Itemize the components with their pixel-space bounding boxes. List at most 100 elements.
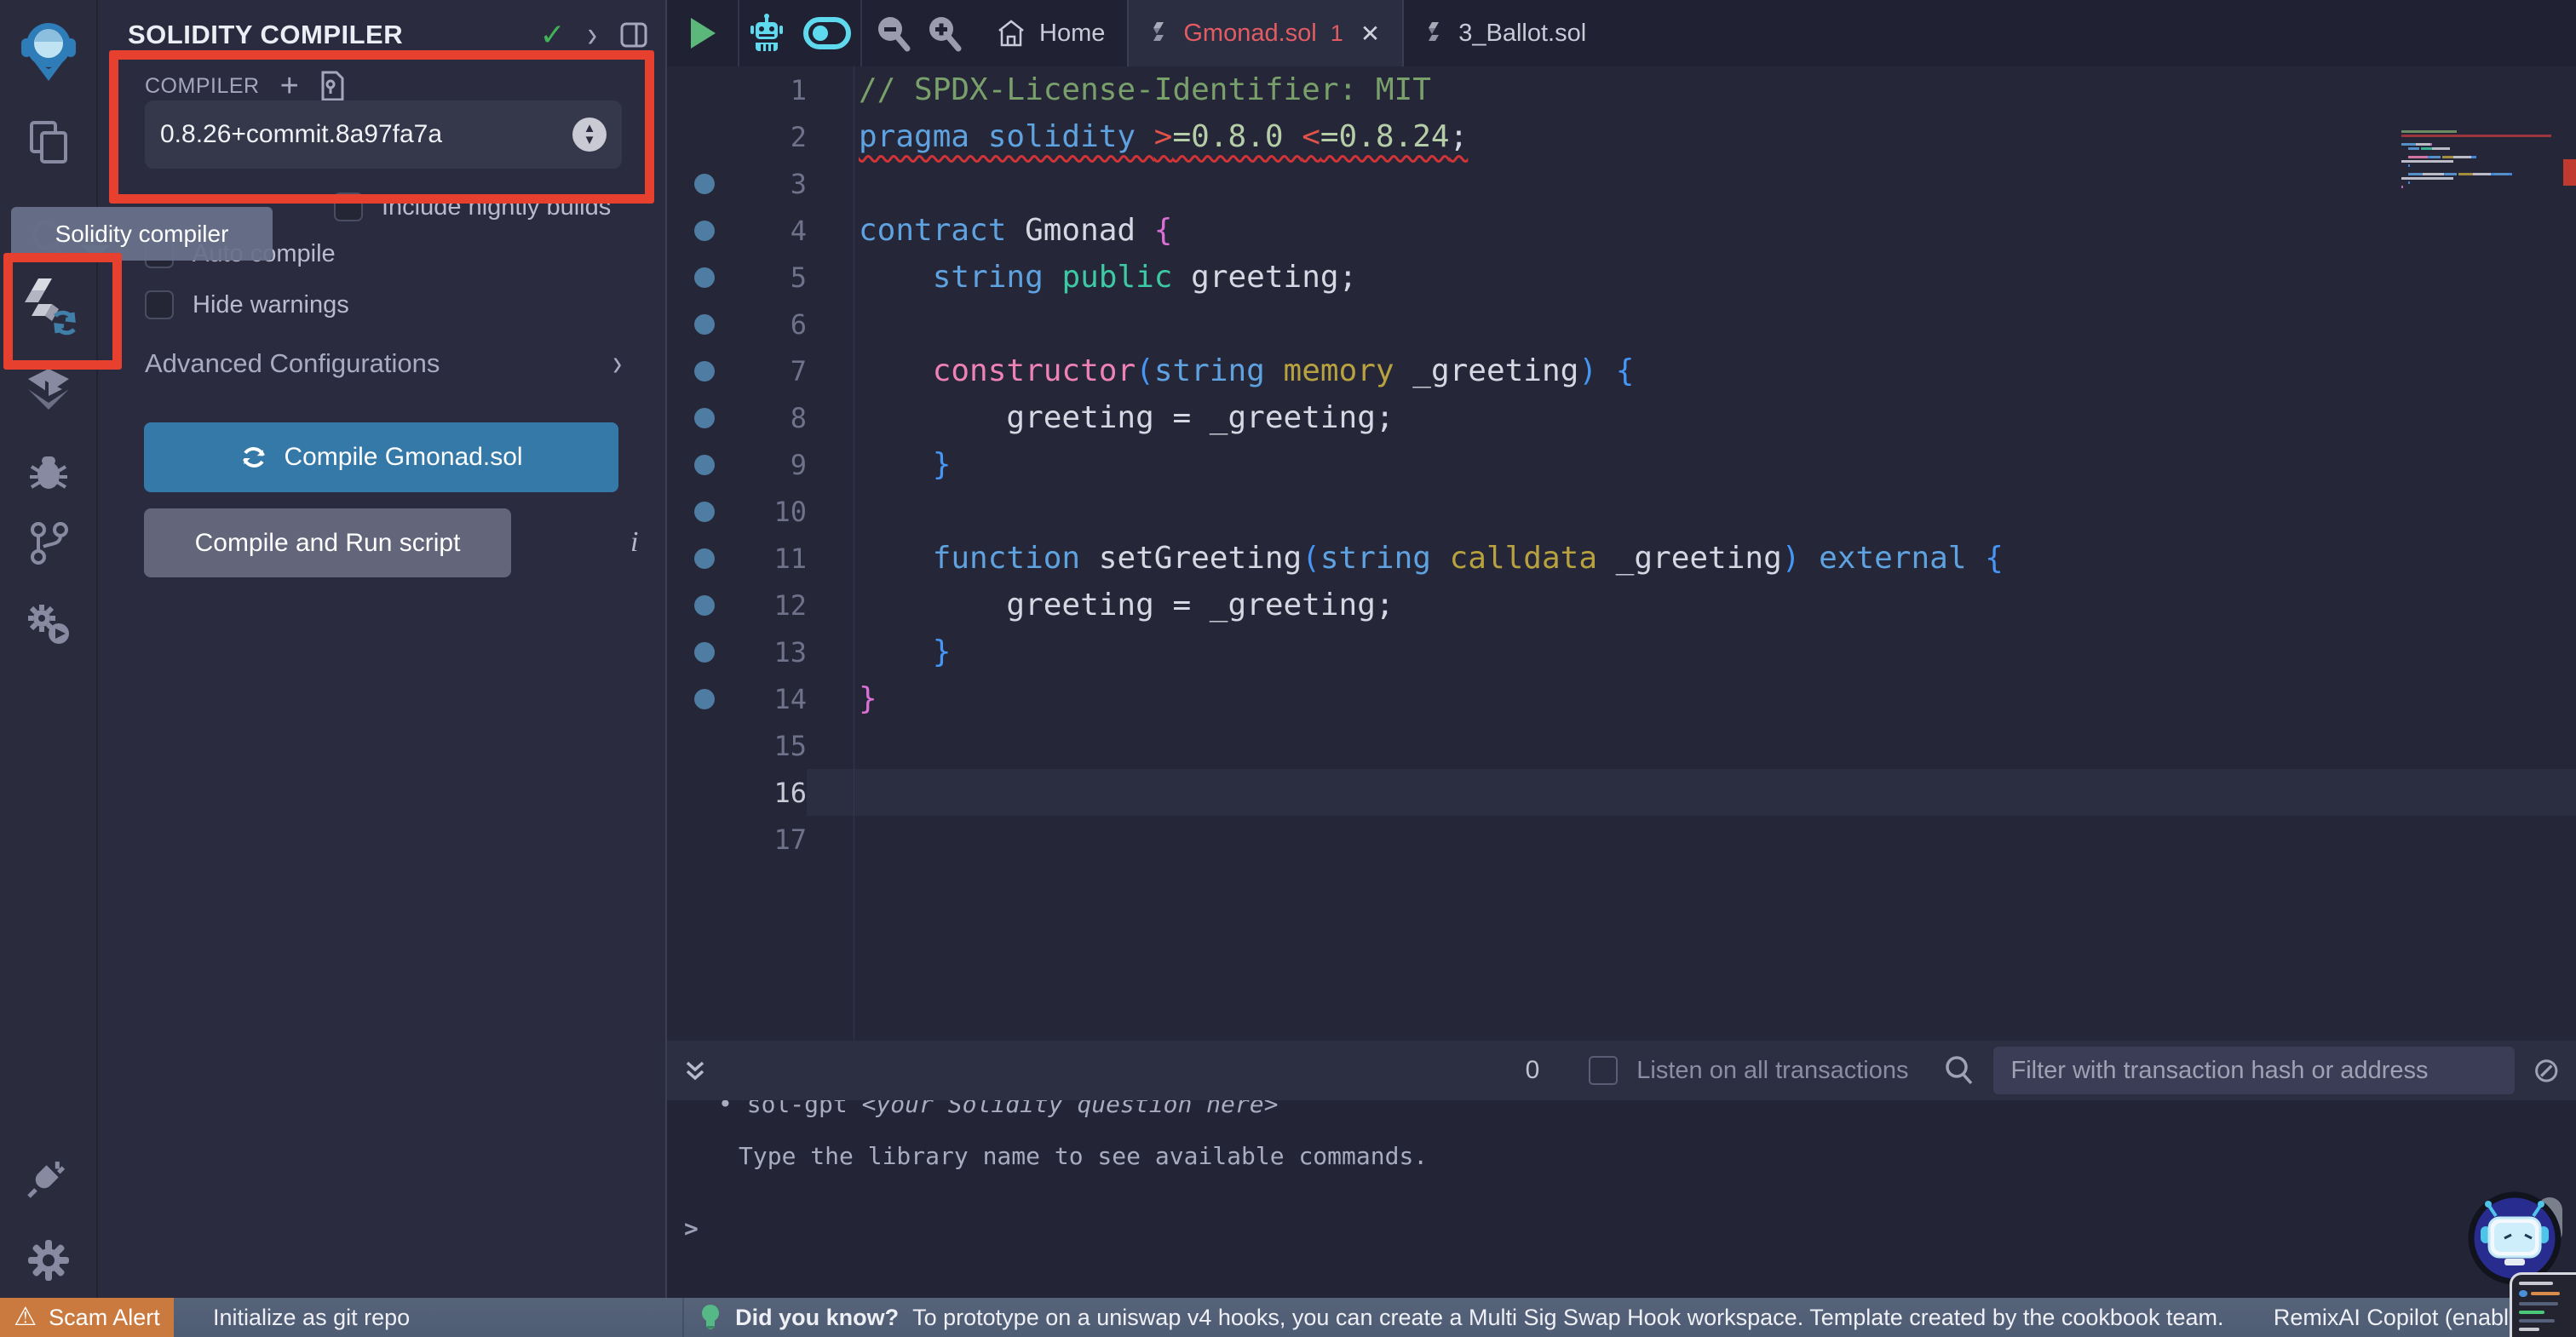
highlight-rect-compiler-version bbox=[109, 50, 654, 204]
modified-line-dot bbox=[694, 173, 715, 194]
terminal-prompt: > bbox=[684, 1214, 699, 1242]
line-number: 3 bbox=[790, 167, 807, 200]
info-icon[interactable]: i bbox=[630, 526, 638, 559]
tab-ballot[interactable]: 3_Ballot.sol bbox=[1404, 0, 1608, 66]
code-line[interactable]: 9 } bbox=[667, 441, 2576, 488]
line-number: 14 bbox=[773, 682, 807, 715]
terminal-line-help: Type the library name to see available c… bbox=[739, 1142, 1429, 1170]
activity-bar bbox=[0, 0, 98, 1298]
advanced-chevron-icon: › bbox=[612, 341, 622, 384]
pin-panel-icon[interactable] bbox=[619, 20, 648, 49]
line-number: 7 bbox=[790, 354, 807, 387]
modified-line-dot bbox=[694, 267, 715, 288]
editor-tabbar: Home Gmonad.sol 1 ✕ 3_Ballot.sol bbox=[667, 0, 2576, 66]
code-line[interactable]: 16 bbox=[667, 769, 2576, 816]
modified-line-dot bbox=[694, 688, 715, 709]
remixai-robot-icon[interactable] bbox=[749, 14, 785, 53]
code-line[interactable]: 8 greeting = _greeting; bbox=[667, 394, 2576, 441]
code-line[interactable]: 1// SPDX-License-Identifier: MIT bbox=[667, 66, 2576, 113]
code-line[interactable]: 2 pragma solidity >=0.8.0 <=0.8.24; bbox=[667, 113, 2576, 160]
remix-ide-window: SOLIDITY COMPILER ✓ › COMPILER + 0.8.26+… bbox=[0, 0, 2576, 1337]
copilot-toggle[interactable] bbox=[803, 17, 851, 49]
line-number: 15 bbox=[773, 729, 807, 762]
terminal-bar: 0 Listen on all transactions ⊘ bbox=[667, 1041, 2576, 1100]
code-editor[interactable]: 1// SPDX-License-Identifier: MIT 2 pragma … bbox=[667, 66, 2576, 1041]
code-line[interactable]: 3 bbox=[667, 160, 2576, 207]
code-line[interactable]: 12 greeting = _greeting; bbox=[667, 582, 2576, 628]
init-git-repo-button[interactable]: Initialize as git repo bbox=[213, 1305, 410, 1331]
modified-line-dot bbox=[694, 594, 715, 616]
line-number: 4 bbox=[790, 214, 807, 247]
code-line[interactable]: 17 bbox=[667, 816, 2576, 863]
plugin-runner-icon[interactable] bbox=[0, 598, 96, 652]
code-line[interactable]: 13 } bbox=[667, 628, 2576, 675]
line-number: 16 bbox=[773, 776, 807, 809]
plugin-manager-icon[interactable] bbox=[0, 1151, 96, 1202]
zoom-toolbar-group bbox=[862, 0, 975, 66]
highlight-rect-solidity-icon bbox=[3, 253, 122, 370]
tab-gmonad[interactable]: Gmonad.sol 1 ✕ bbox=[1127, 0, 1405, 66]
modified-line-dot bbox=[694, 360, 715, 382]
close-tab-icon[interactable]: ✕ bbox=[1360, 20, 1380, 48]
code-line[interactable]: 6 bbox=[667, 301, 2576, 347]
minimap[interactable] bbox=[2401, 130, 2551, 203]
code-line[interactable]: 14} bbox=[667, 675, 2576, 722]
compile-and-run-button[interactable]: Compile and Run script bbox=[144, 508, 511, 577]
line-number: 8 bbox=[790, 401, 807, 434]
git-icon[interactable] bbox=[0, 518, 96, 569]
modified-line-dot bbox=[694, 313, 715, 335]
compile-button[interactable]: Compile Gmonad.sol bbox=[144, 422, 618, 492]
line-number: 9 bbox=[790, 448, 807, 481]
line-number: 10 bbox=[773, 495, 807, 528]
modified-line-dot bbox=[694, 641, 715, 663]
remixai-copilot-status[interactable]: RemixAI Copilot (enabled) bbox=[2274, 1305, 2542, 1331]
terminal-search-icon[interactable] bbox=[1942, 1053, 1975, 1087]
debugger-icon[interactable] bbox=[0, 446, 96, 497]
modified-line-dot bbox=[694, 454, 715, 475]
deploy-run-icon[interactable] bbox=[0, 362, 96, 416]
did-you-know-tip: Did you know? To prototype on a uniswap … bbox=[699, 1303, 2223, 1332]
line-number: 12 bbox=[773, 588, 807, 622]
pip-thumbnail[interactable] bbox=[2510, 1272, 2576, 1337]
line-number: 6 bbox=[790, 307, 807, 341]
listen-transactions-label: Listen on all transactions bbox=[1636, 1056, 1909, 1084]
line-number: 1 bbox=[790, 73, 807, 106]
compile-success-check-icon: ✓ bbox=[539, 17, 566, 52]
file-explorer-icon[interactable] bbox=[0, 118, 96, 169]
home-icon bbox=[998, 20, 1024, 47]
statusbar-divider bbox=[682, 1298, 685, 1337]
advanced-configurations[interactable]: Advanced Configurations › bbox=[145, 342, 622, 384]
terminal-output[interactable]: • sol-gpt <your Solidity question here> … bbox=[667, 1100, 2576, 1298]
filter-transactions-input[interactable] bbox=[1993, 1047, 2516, 1094]
error-count-badge: 1 bbox=[1330, 20, 1343, 46]
editor-region: Home Gmonad.sol 1 ✕ 3_Ballot.sol 1 // SP… bbox=[667, 0, 2576, 1041]
code-line[interactable]: 15 bbox=[667, 722, 2576, 769]
expand-terminal-icon[interactable] bbox=[682, 1056, 708, 1085]
error-overview-ruler-mark bbox=[2563, 159, 2576, 186]
code-line[interactable]: 10 bbox=[667, 488, 2576, 535]
line-number: 2 bbox=[790, 120, 807, 153]
line-number: 13 bbox=[773, 635, 807, 668]
transaction-count: 0 bbox=[1525, 1056, 1540, 1084]
modified-line-dot bbox=[694, 501, 715, 522]
code-line[interactable]: 5 string public greeting; bbox=[667, 254, 2576, 301]
solidity-file-icon bbox=[1429, 22, 1440, 41]
hide-warnings-checkbox[interactable] bbox=[145, 290, 174, 319]
line-number: 17 bbox=[773, 823, 807, 856]
tab-home[interactable]: Home bbox=[975, 0, 1127, 66]
remix-logo[interactable] bbox=[0, 19, 96, 87]
solidity-file-icon bbox=[1153, 22, 1164, 41]
modified-line-dot bbox=[694, 220, 715, 241]
code-line[interactable]: 11 function setGreeting(string calldata … bbox=[667, 535, 2576, 582]
listen-transactions-checkbox[interactable] bbox=[1589, 1056, 1619, 1085]
run-script-button[interactable] bbox=[667, 0, 739, 66]
code-line[interactable]: 7 constructor(string memory _greeting) { bbox=[667, 347, 2576, 394]
zoom-in-icon[interactable] bbox=[926, 14, 962, 52]
ai-toolbar-group bbox=[739, 0, 862, 66]
refresh-icon bbox=[243, 447, 266, 468]
status-bar: ⚠ Scam Alert Initialize as git repo Did … bbox=[0, 1298, 2576, 1337]
code-line[interactable]: 4 contract Gmonad { bbox=[667, 207, 2576, 254]
settings-icon[interactable] bbox=[0, 1235, 96, 1286]
zoom-out-icon[interactable] bbox=[875, 14, 911, 52]
scam-alert-button[interactable]: ⚠ Scam Alert bbox=[0, 1298, 174, 1337]
